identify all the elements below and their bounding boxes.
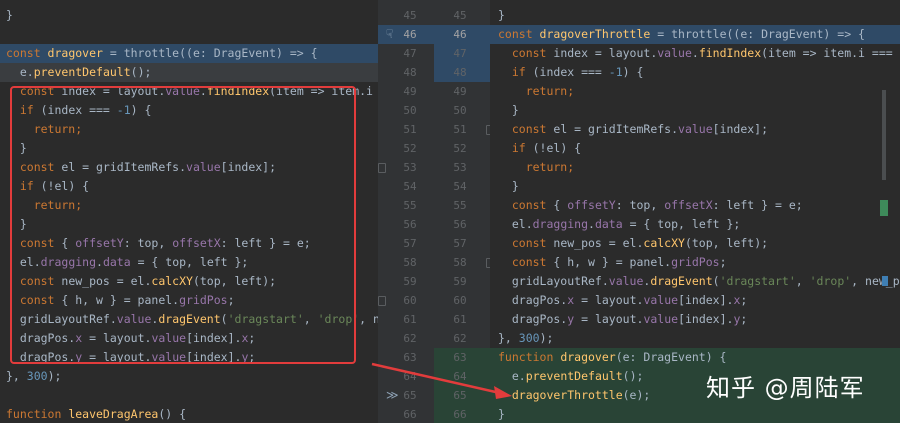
annotation-arrow — [371, 362, 512, 399]
watermark-text: 知乎 @周陆军 — [706, 374, 865, 402]
